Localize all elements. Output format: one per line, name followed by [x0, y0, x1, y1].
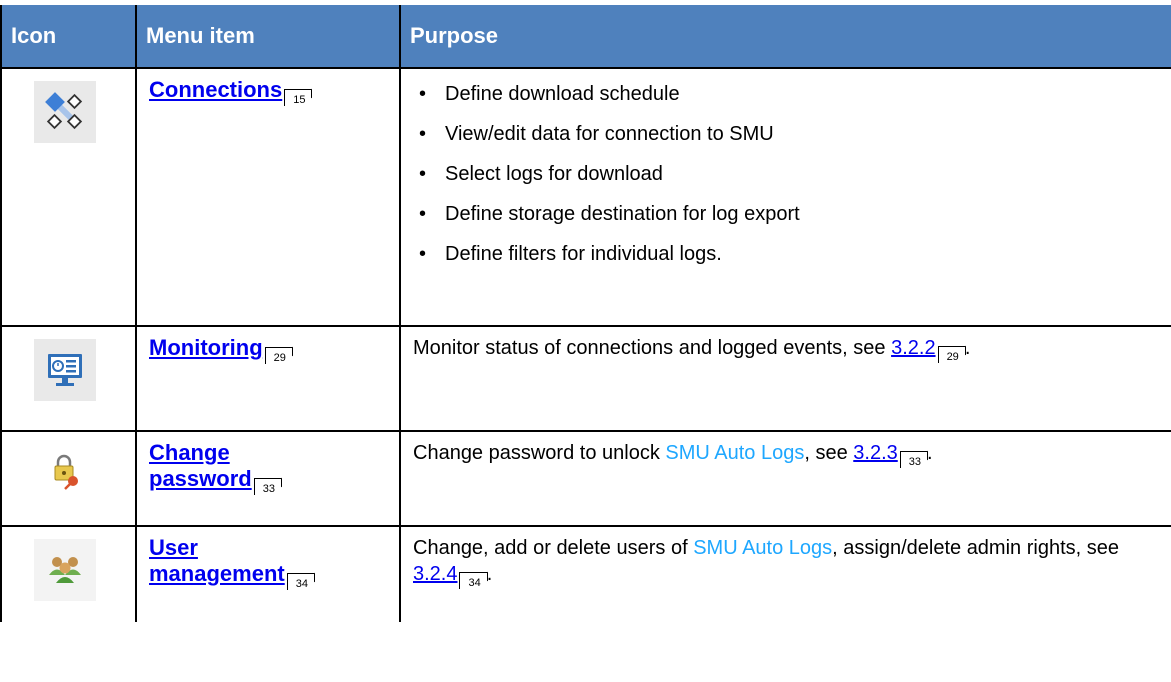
- table-row: User management 34 Change, add or delete u…: [0, 525, 1171, 622]
- purpose-cell: Change password to unlock SMU Auto Logs,…: [399, 430, 1171, 527]
- app-name: SMU Auto Logs: [665, 442, 805, 464]
- menu-item-line: Change: [149, 440, 230, 465]
- icon-cell: [0, 525, 137, 622]
- section-link[interactable]: 3.2.4: [413, 563, 457, 585]
- purpose-text: Change, add or delete users of: [413, 537, 694, 559]
- list-item: View/edit data for connection to SMU: [413, 121, 1161, 147]
- purpose-text: Monitor status of connections and logged…: [413, 337, 892, 359]
- table-row: Connections15 Define download schedule V…: [0, 67, 1171, 327]
- table-row: Change password 33 Change password to unlo…: [0, 430, 1171, 527]
- page-ref[interactable]: 34: [459, 572, 487, 589]
- header-row: Icon Menu item Purpose: [0, 5, 1171, 68]
- page-ref[interactable]: 34: [286, 573, 314, 590]
- page-ref[interactable]: 29: [937, 346, 965, 363]
- purpose-cell: Change, add or delete users of SMU Auto …: [399, 525, 1171, 622]
- change-password-icon: [34, 444, 96, 506]
- menu-item-line: management: [149, 561, 285, 586]
- header-purpose: Purpose: [400, 5, 1171, 68]
- purpose-mid: , assign/delete admin rights, see: [832, 537, 1119, 559]
- purpose-list: Define download schedule View/edit data …: [413, 81, 1161, 267]
- icon-cell: [0, 325, 137, 432]
- monitoring-link[interactable]: Monitoring: [149, 335, 263, 360]
- menu-item-cell: Change password 33: [135, 430, 401, 527]
- purpose-mid: , see: [804, 442, 854, 464]
- app-name: SMU Auto Logs: [693, 537, 833, 559]
- section-link[interactable]: 3.2.3: [853, 442, 897, 464]
- purpose-cell: Define download schedule View/edit data …: [399, 67, 1171, 327]
- page-ref[interactable]: 29: [264, 347, 292, 364]
- header-icon: Icon: [0, 5, 137, 68]
- connections-link[interactable]: Connections: [149, 77, 282, 102]
- list-item: Select logs for download: [413, 161, 1161, 187]
- table-row: Monitoring 29 Monitor status of connectio…: [0, 325, 1171, 432]
- connections-icon: [34, 81, 96, 143]
- list-item: Define filters for individual logs.: [413, 241, 1161, 267]
- purpose-text: Change password to unlock: [413, 442, 666, 464]
- menu-item-cell: Monitoring 29: [135, 325, 401, 432]
- icon-cell: [0, 430, 137, 527]
- monitoring-icon: [34, 339, 96, 401]
- page-ref[interactable]: 15: [284, 89, 312, 106]
- list-item: Define download schedule: [413, 81, 1161, 107]
- icon-cell: [0, 67, 137, 327]
- user-management-icon: [34, 539, 96, 601]
- list-item: Define storage destination for log expor…: [413, 201, 1161, 227]
- menu-item-cell: Connections 15: [135, 67, 401, 327]
- section-link[interactable]: 3.2.2: [891, 337, 935, 359]
- page-ref[interactable]: 33: [253, 478, 281, 495]
- menu-item-line: password: [149, 466, 252, 491]
- user-management-link[interactable]: User management: [149, 535, 285, 586]
- header-menu-item: Menu item: [136, 5, 401, 68]
- menu-reference-table: Icon Menu item Purpose Connections 15 • …: [0, 5, 1171, 622]
- menu-item-cell: User management 34: [135, 525, 401, 622]
- change-password-link[interactable]: Change password: [149, 440, 252, 491]
- purpose-cell: Monitor status of connections and logged…: [399, 325, 1171, 432]
- page-ref[interactable]: 33: [899, 451, 927, 468]
- menu-item-line: User: [149, 535, 198, 560]
